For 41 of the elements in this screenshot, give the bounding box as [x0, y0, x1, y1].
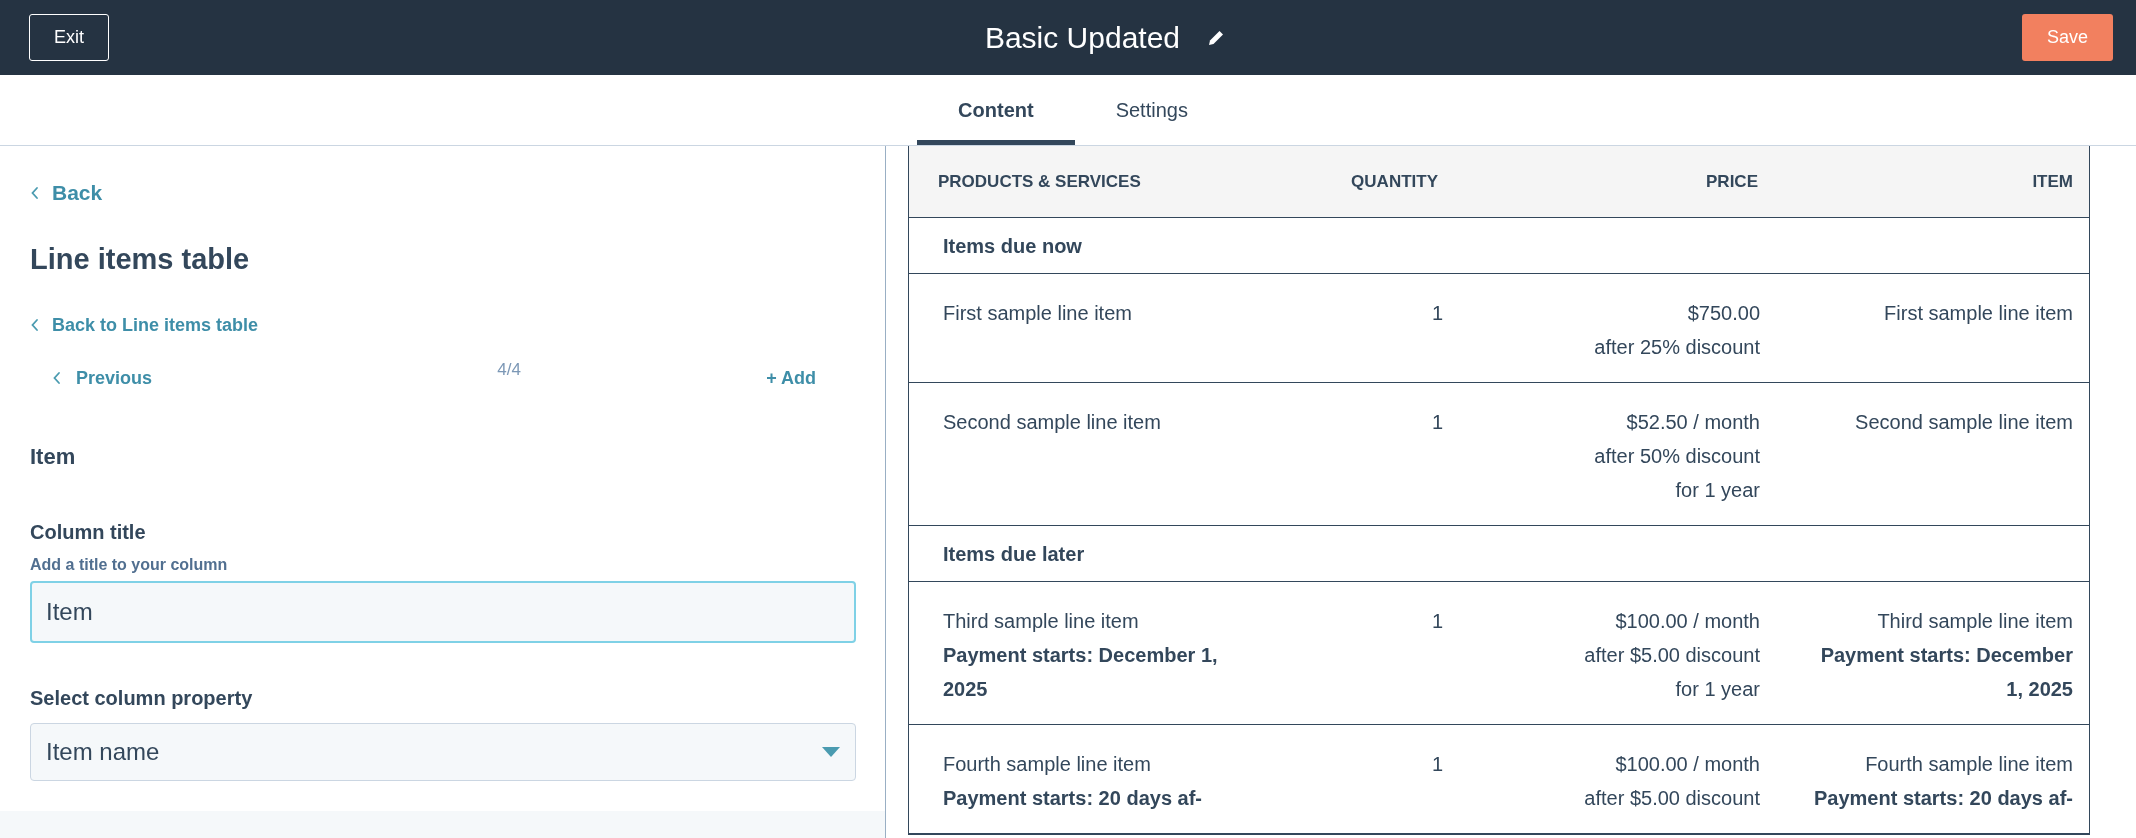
tab[interactable]: Settings — [1074, 75, 1229, 145]
back-to-table-link[interactable]: Back to Line items table — [30, 311, 855, 339]
table-cell-text: $52.50 / month after 50% discount for 1 year — [1593, 410, 1761, 503]
table-cell-text: $100.00 / month after $5.00 discount — [1583, 752, 1761, 811]
exit-button[interactable]: Exit — [29, 14, 109, 61]
table-cell-text: First sample line item — [1883, 301, 2073, 326]
table-cell-text: 1 — [1430, 301, 1444, 326]
column-header: PRODUCTS & SERVICES — [938, 170, 1142, 193]
section-title: Items due later — [943, 541, 1085, 567]
table-cell-text: Third sample line item Payment starts: December 1, 2025 — [943, 609, 1219, 702]
chevron-left-icon — [52, 371, 62, 385]
field-label: Select column property — [30, 685, 254, 711]
column-header: PRICE — [1705, 170, 1758, 193]
table-cell-text: 1 — [1430, 609, 1444, 634]
table-cell-text: Fourth sample line item Payment starts: 20 days af- — [1813, 752, 2073, 811]
table-cell-text: Second sample line item — [943, 410, 1162, 435]
column-header: ITEM — [2031, 170, 2073, 193]
field-hint: Add a title to your column — [30, 554, 229, 575]
back-link[interactable]: Back — [30, 176, 855, 210]
panel-heading: Line items table — [30, 242, 251, 277]
field-label: Column title — [30, 519, 147, 545]
add-link[interactable]: + Add — [766, 364, 816, 392]
table-cell-text: First sample line item — [943, 301, 1133, 326]
window-title: Basic Updated — [984, 20, 1181, 56]
table-cell-text: 1 — [1430, 410, 1444, 435]
previous-link[interactable]: Previous — [52, 364, 153, 392]
dropdown-field[interactable]: Item name — [30, 722, 856, 781]
column-header: QUANTITY — [1350, 170, 1439, 193]
chevron-left-icon — [30, 318, 40, 332]
table-cell-text: $100.00 / month after $5.00 discount for 1 year — [1583, 609, 1761, 702]
caret-icon — [822, 746, 840, 757]
page-counter: 4/4 — [497, 358, 521, 381]
input-field[interactable]: Item — [30, 580, 856, 643]
table-cell-text: Second sample line item — [1854, 410, 2073, 435]
table-cell-text: 1 — [1430, 752, 1444, 777]
table-cell-text: Fourth sample line item Payment starts: 20 days af- — [943, 752, 1203, 811]
chevron-left-icon — [30, 186, 40, 200]
table-cell-text: Third sample line item Payment starts: December 1, 2025 — [1819, 609, 2073, 702]
section-heading: Item — [30, 442, 77, 471]
table-cell-text: $750.00 after 25% discount — [1593, 301, 1761, 360]
section-title: Items due now — [943, 233, 1082, 259]
